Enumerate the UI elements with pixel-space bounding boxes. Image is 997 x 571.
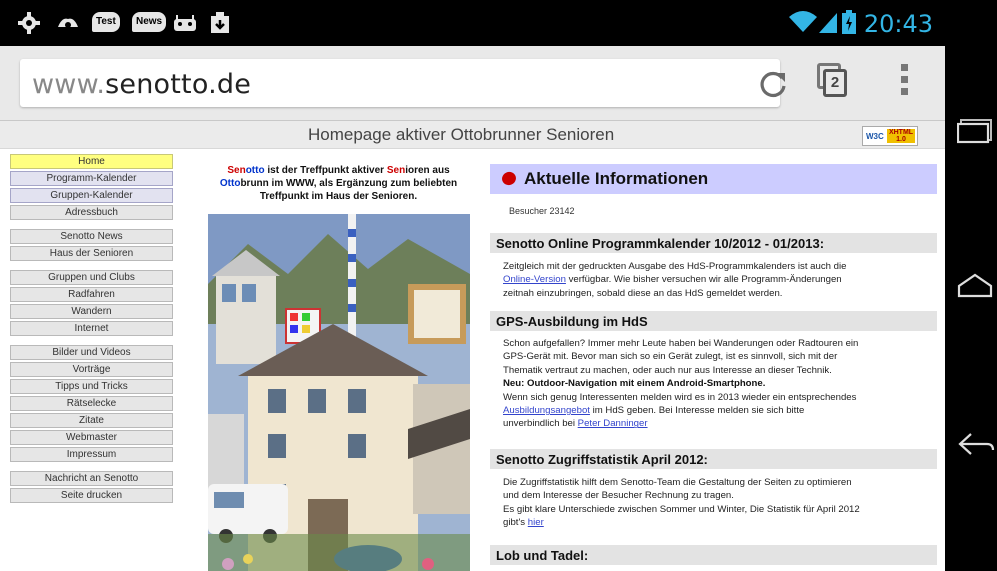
nav-item-bilder-und-videos[interactable]: Bilder und Videos [10, 345, 173, 360]
test-notification-icon: Test [92, 12, 120, 32]
statistik-hier-link[interactable]: hier [528, 517, 544, 528]
url-prefix: www. [32, 69, 106, 100]
home-icon[interactable] [957, 272, 993, 303]
tabs-icon[interactable]: 2 [817, 63, 847, 97]
page-header: Homepage aktiver Ottobrunner Senioren W3… [0, 121, 945, 149]
url-text: www.senotto.de [32, 69, 251, 100]
section-body-gps: Schon aufgefallen? Immer mehr Leute habe… [503, 338, 859, 430]
nav-item-radfahren[interactable]: Radfahren [10, 287, 173, 302]
section-body-zugriffstatistik: Die Zugriffstatistik hilft dem Senotto-T… [503, 477, 860, 529]
xhtml-label: XHTML 1.0 [887, 129, 915, 143]
visitor-counter: Besucher 23142 [509, 206, 575, 216]
news-title: Aktuelle Informationen [524, 169, 709, 188]
intro-column: Senotto ist der Treffpunkt aktiver Senio… [205, 164, 472, 571]
battery-icon [842, 10, 856, 34]
news-header: Aktuelle Informationen [490, 164, 937, 194]
wifi-icon [788, 10, 818, 32]
nav-item-zitate[interactable]: Zitate [10, 413, 173, 428]
intro-text: Senotto ist der Treffpunkt aktiver Senio… [219, 165, 458, 202]
clock: 20:43 [863, 10, 933, 38]
nav-item-raetselecke[interactable]: Rätselecke [10, 396, 173, 411]
ausbildungsangebot-link[interactable]: Ausbildungsangebot [503, 405, 590, 416]
web-page: Homepage aktiver Ottobrunner Senioren W3… [0, 121, 945, 571]
nav-item-nachricht-an-senotto[interactable]: Nachricht an Senotto [10, 471, 173, 486]
download-icon [210, 12, 230, 34]
peter-danninger-link[interactable]: Peter Danninger [578, 418, 648, 429]
browser-toolbar: www.senotto.de 2 [0, 46, 945, 121]
nav-item-gruppen-und-clubs[interactable]: Gruppen und Clubs [10, 270, 173, 285]
nav-item-gruppen-kalender[interactable]: Gruppen-Kalender [10, 188, 173, 203]
left-navigation: Home Programm-Kalender Gruppen-Kalender Adr… [10, 154, 173, 505]
nav-item-senotto-news[interactable]: Senotto News [10, 229, 173, 244]
nav-item-adressbuch[interactable]: Adressbuch [10, 205, 173, 220]
nav-item-home[interactable]: Home [10, 154, 173, 169]
recent-apps-icon[interactable] [956, 118, 993, 149]
android-icon [172, 12, 198, 34]
nav-item-impressum[interactable]: Impressum [10, 447, 173, 462]
section-heading-zugriffstatistik: Senotto Zugriffstatistik April 2012: [490, 449, 937, 469]
android-navigation-bar [945, 0, 997, 571]
signal-icon [818, 12, 838, 34]
nav-item-programm-kalender[interactable]: Programm-Kalender [10, 171, 173, 186]
nav-item-seite-drucken[interactable]: Seite drucken [10, 488, 173, 503]
section-body-programmkalender: Zeitgleich mit der gedruckten Ausgabe de… [503, 261, 847, 299]
w3c-validation-badge[interactable]: W3C XHTML 1.0 [862, 126, 918, 146]
nav-item-wandern[interactable]: Wandern [10, 304, 173, 319]
settings-icon [18, 12, 40, 34]
section-heading-lob-und-tadel: Lob und Tadel: [490, 545, 937, 565]
nav-item-tipps-und-tricks[interactable]: Tipps und Tricks [10, 379, 173, 394]
section-heading-programmkalender: Senotto Online Programmkalender 10/2012 … [490, 233, 937, 253]
senioren-house-collage-image [208, 214, 470, 571]
url-field[interactable]: www.senotto.de [20, 59, 786, 107]
tab-count: 2 [823, 69, 847, 97]
section-heading-gps: GPS-Ausbildung im HdS [490, 311, 937, 331]
nav-item-vortraege[interactable]: Vorträge [10, 362, 173, 377]
page-title: Homepage aktiver Ottobrunner Senioren [308, 125, 615, 144]
nav-item-haus-der-senioren[interactable]: Haus der Senioren [10, 246, 173, 261]
back-icon[interactable] [957, 430, 995, 463]
news-notification-icon: News [132, 12, 167, 32]
w3c-label: W3C [866, 132, 884, 141]
nav-item-webmaster[interactable]: Webmaster [10, 430, 173, 445]
status-bar: Test News 20:43 [0, 0, 945, 46]
ladybug-icon [500, 169, 518, 188]
url-domain: senotto.de [105, 69, 252, 100]
nav-item-internet[interactable]: Internet [10, 321, 173, 336]
overflow-menu-icon[interactable] [900, 64, 910, 100]
online-version-link[interactable]: Online-Version [503, 274, 566, 285]
app-icon [56, 12, 80, 34]
reload-icon[interactable] [758, 69, 788, 106]
android-screen: Test News 20:43 www.senotto.de 2 Homepag… [0, 0, 945, 571]
